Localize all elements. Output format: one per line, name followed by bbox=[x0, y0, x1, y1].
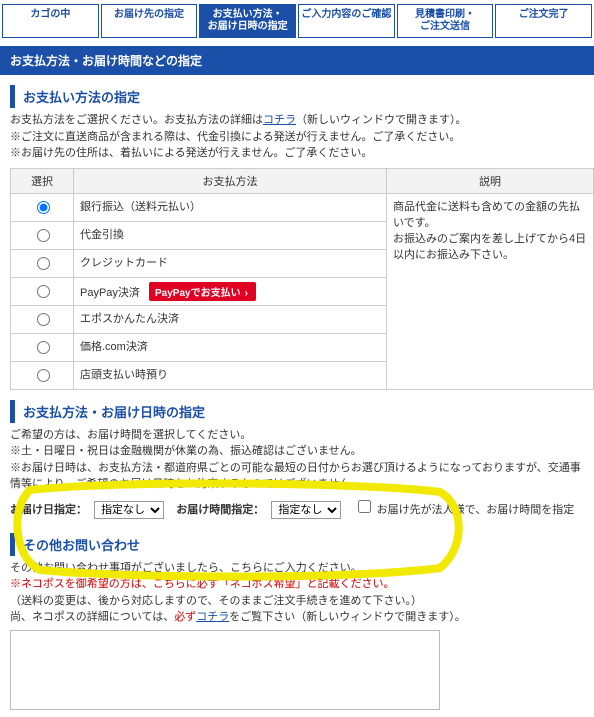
payment-intro-post: （新しいウィンドウで開きます）。 bbox=[296, 114, 467, 126]
payment-details-link[interactable]: コチラ bbox=[263, 114, 296, 126]
radio-credit-card[interactable] bbox=[37, 257, 50, 270]
payment-intro: お支払方法をご選択ください。お支払方法の詳細はコチラ（新しいウィンドウで開きます… bbox=[0, 112, 594, 162]
radio-cod[interactable] bbox=[37, 229, 50, 242]
step-address: お届け先の指定 bbox=[101, 4, 198, 38]
inquiry-heading: その他お問い合わせ bbox=[10, 533, 594, 556]
delivery-time-select[interactable]: 指定なし bbox=[271, 501, 341, 519]
inquiry-l4-pre: 尚、ネコポスの詳細については、 bbox=[10, 611, 174, 623]
step-cart: カゴの中 bbox=[2, 4, 99, 38]
payment-desc-line1: 商品代金に送料も含めての金額の先払いです。 bbox=[393, 198, 587, 230]
delivery-l2: ※土・日曜日・祝日は金融機関が休業の為、振込確認はございません。 bbox=[10, 443, 584, 460]
method-epos: エポスかんたん決済 bbox=[74, 305, 387, 333]
method-bank-transfer: 銀行振込（送料元払い） bbox=[74, 193, 387, 221]
payment-desc-line2: お振込みのご案内を差し上げてから4日以内にお振込み下さい。 bbox=[393, 230, 587, 262]
radio-bank-transfer[interactable] bbox=[37, 201, 50, 214]
delivery-heading: お支払方法・お届け日時の指定 bbox=[10, 400, 594, 423]
step-confirm: ご入力内容のご確認 bbox=[298, 4, 395, 38]
payment-table: 選択 お支払方法 説明 銀行振込（送料元払い） 商品代金に送料も含めての金額の先… bbox=[10, 168, 594, 390]
corporate-time-label: お届け先が法人様で、お届け時間を指定 bbox=[377, 504, 575, 516]
paypay-button[interactable]: PayPayでお支払い bbox=[149, 282, 256, 301]
inquiry-textarea[interactable] bbox=[10, 630, 440, 710]
progress-steps: カゴの中 お届け先の指定 お支払い方法・ お届け日時の指定 ご入力内容のご確認 … bbox=[0, 0, 594, 46]
inquiry-l1: その他お問い合わせ事項がございましたら、こちらにご入力ください。 bbox=[10, 560, 584, 577]
nekopos-details-link[interactable]: コチラ bbox=[196, 611, 229, 623]
payment-method-heading: お支払い方法の指定 bbox=[10, 85, 594, 108]
corporate-time-checkbox[interactable] bbox=[358, 500, 371, 513]
inquiry-intro: その他お問い合わせ事項がございましたら、こちらにご入力ください。 ※ネコポスを御… bbox=[0, 560, 594, 626]
step-payment-delivery: お支払い方法・ お届け日時の指定 bbox=[199, 4, 296, 38]
inquiry-l4-post: をご覧下さい（新しいウィンドウで開きます）。 bbox=[229, 611, 466, 623]
delivery-intro: ご希望の方は、お届け時間を選択してください。 ※土・日曜日・祝日は金融機関が休業… bbox=[0, 427, 594, 493]
delivery-date-select[interactable]: 指定なし bbox=[94, 501, 164, 519]
inquiry-nekopos-note: ※ネコポスを御希望の方は、こちらに必ず「ネコポス希望」と記載ください。 bbox=[10, 576, 584, 593]
step-estimate-send: 見積書印刷・ ご注文送信 bbox=[397, 4, 494, 38]
delivery-time-label: お届け時間指定： bbox=[176, 504, 264, 516]
method-kakaku: 価格.com決済 bbox=[74, 333, 387, 361]
radio-epos[interactable] bbox=[37, 313, 50, 326]
payment-description-cell: 商品代金に送料も含めての金額の先払いです。 お振込みのご案内を差し上げてから4日… bbox=[387, 193, 594, 389]
table-row: 銀行振込（送料元払い） 商品代金に送料も含めての金額の先払いです。 お振込みのご… bbox=[11, 193, 594, 221]
th-desc: 説明 bbox=[387, 168, 594, 193]
payment-note-collect: ※お届け先の住所は、着払いによる発送が行えません。ご了承ください。 bbox=[10, 145, 584, 162]
payment-note-cod: ※ご注文に直送商品が含まれる際は、代金引換による発送が行えません。ご了承ください… bbox=[10, 129, 584, 146]
th-method: お支払方法 bbox=[74, 168, 387, 193]
method-store-pay: 店頭支払い時預り bbox=[74, 361, 387, 389]
radio-store-pay[interactable] bbox=[37, 369, 50, 382]
inquiry-l3: （送料の変更は、後から対応しますので、そのままご注文手続きを進めて下さい。） bbox=[10, 593, 584, 610]
th-select: 選択 bbox=[11, 168, 74, 193]
inquiry-l4-must: 必ず bbox=[174, 611, 196, 623]
radio-paypay[interactable] bbox=[37, 285, 50, 298]
method-cod: 代金引換 bbox=[74, 221, 387, 249]
page-title: お支払方法・お届け時間などの指定 bbox=[0, 46, 594, 75]
delivery-l1: ご希望の方は、お届け時間を選択してください。 bbox=[10, 427, 584, 444]
method-credit-card: クレジットカード bbox=[74, 249, 387, 277]
delivery-l3: ※お届け日時は、お支払方法・都道府県ごとの可能な最短の日付からお選び頂けるように… bbox=[10, 460, 584, 493]
delivery-controls: お届け日指定： 指定なし お届け時間指定： 指定なし お届け先が法人様で、お届け… bbox=[0, 493, 594, 523]
radio-kakaku[interactable] bbox=[37, 341, 50, 354]
delivery-date-label: お届け日指定： bbox=[10, 504, 87, 516]
step-complete: ご注文完了 bbox=[495, 4, 592, 38]
method-paypay: PayPay決済 bbox=[80, 287, 140, 299]
payment-intro-text: お支払方法をご選択ください。お支払方法の詳細は bbox=[10, 114, 263, 126]
